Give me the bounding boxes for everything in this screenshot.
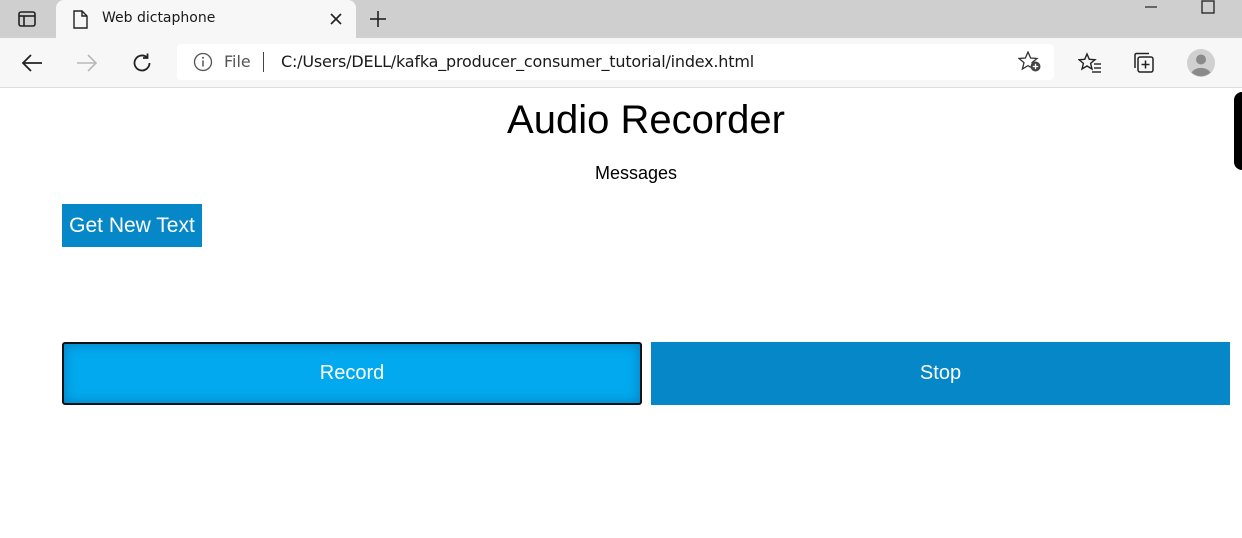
tab-close-button[interactable] — [326, 9, 346, 29]
close-icon — [330, 13, 342, 25]
page-title: Audio Recorder — [507, 98, 785, 142]
profile-button[interactable] — [1185, 47, 1217, 79]
back-arrow-icon — [21, 54, 42, 72]
refresh-icon — [133, 53, 151, 72]
tab-actions-button[interactable] — [9, 6, 45, 32]
minimize-icon — [1145, 6, 1157, 8]
record-button[interactable]: Record — [62, 342, 642, 405]
tab-actions-icon — [18, 11, 36, 27]
messages-text: Messages — [594, 163, 678, 183]
refresh-button[interactable] — [126, 47, 158, 79]
page-icon — [73, 10, 88, 29]
info-icon[interactable] — [193, 52, 213, 72]
maximize-icon — [1201, 0, 1215, 14]
add-favorite-icon[interactable] — [1018, 51, 1042, 73]
side-panel-handle[interactable] — [1234, 92, 1242, 170]
tab-strip: Web dictaphone — [0, 0, 1242, 38]
stop-button[interactable]: Stop — [651, 342, 1230, 405]
collections-button[interactable] — [1129, 47, 1161, 79]
scheme-label: File — [224, 52, 251, 71]
url-text[interactable]: C:/Users/DELL/kafka_producer_consumer_tu… — [281, 52, 754, 71]
profile-icon — [1187, 49, 1215, 77]
forward-button[interactable] — [71, 47, 103, 79]
address-bar[interactable]: File C:/Users/DELL/kafka_producer_consum… — [177, 44, 1054, 80]
maximize-button[interactable] — [1196, 0, 1220, 18]
favorites-icon — [1078, 52, 1101, 73]
favorites-button[interactable] — [1074, 47, 1106, 79]
collections-icon — [1134, 52, 1154, 73]
back-button[interactable] — [16, 47, 48, 79]
browser-toolbar: File C:/Users/DELL/kafka_producer_consum… — [0, 38, 1242, 88]
page-content: Audio Recorder Messages Get New Text Rec… — [0, 88, 1242, 538]
plus-icon — [370, 11, 386, 27]
forward-arrow-icon — [77, 54, 98, 72]
active-tab[interactable]: Web dictaphone — [56, 0, 356, 38]
address-separator — [263, 52, 264, 72]
get-new-text-button[interactable]: Get New Text — [62, 204, 202, 247]
minimize-button[interactable] — [1140, 0, 1164, 16]
new-tab-button[interactable] — [364, 6, 392, 32]
tab-title: Web dictaphone — [102, 10, 216, 26]
